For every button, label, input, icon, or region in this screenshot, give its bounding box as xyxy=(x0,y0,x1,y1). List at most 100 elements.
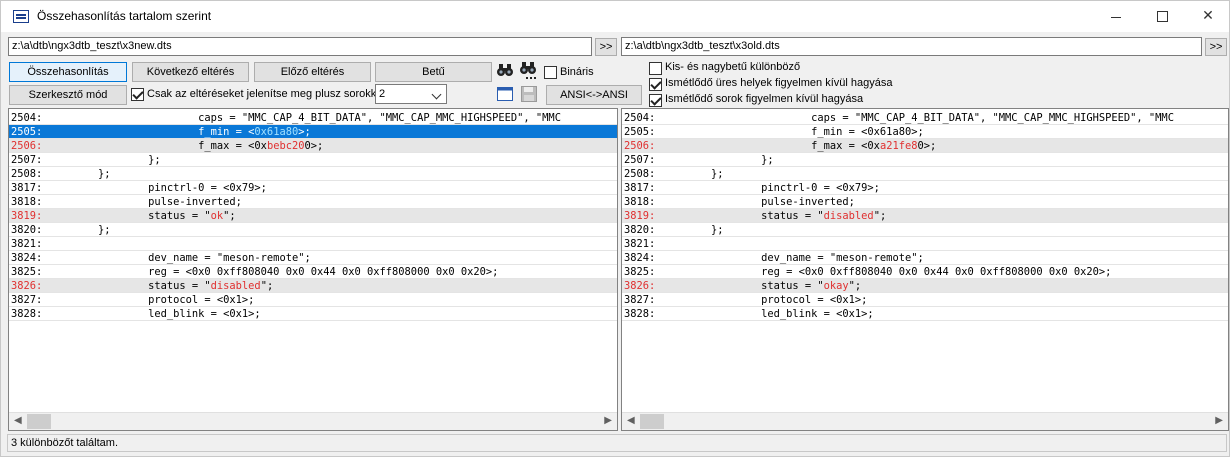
code-line[interactable]: 3817: pinctrl-0 = <0x79>; xyxy=(9,181,617,195)
code-line[interactable]: 2505: f_min = <0x61a80>; xyxy=(622,125,1228,139)
only-differences-checkbox[interactable] xyxy=(131,88,144,101)
line-number: 3820: xyxy=(11,224,43,236)
ignore-spaces-label: Ismétlődő üres helyek figyelmen kívül ha… xyxy=(665,77,893,89)
code-line[interactable]: 2505: f_min = <0x61a80>; xyxy=(9,125,617,139)
previous-difference-button[interactable]: Előző eltérés xyxy=(254,62,371,82)
line-text: dev_name = "meson-remote"; xyxy=(686,252,924,264)
line-text: f_min = <0x61a80>; xyxy=(686,126,924,138)
code-line[interactable]: 3820: }; xyxy=(622,223,1228,237)
line-number: 2506: xyxy=(11,140,43,152)
code-line[interactable]: 3821: xyxy=(9,237,617,251)
find-icon[interactable] xyxy=(495,61,517,81)
line-text: }; xyxy=(686,224,724,236)
line-text: "; xyxy=(223,210,236,222)
window-icon[interactable] xyxy=(496,85,518,105)
save-icon[interactable] xyxy=(520,85,542,105)
left-text-pane[interactable]: 2504: caps = "MMC_CAP_4_BIT_DATA", "MMC_… xyxy=(8,108,618,431)
code-line[interactable]: 2504: caps = "MMC_CAP_4_BIT_DATA", "MMC_… xyxy=(9,111,617,125)
code-line[interactable]: 3817: pinctrl-0 = <0x79>; xyxy=(622,181,1228,195)
minimize-button[interactable] xyxy=(1093,1,1139,32)
line-text: reg = <0x0 0xff808040 0x0 0x44 0x0 0xff8… xyxy=(73,266,499,278)
line-number: 2505: xyxy=(624,126,656,138)
code-line[interactable]: 2508: }; xyxy=(622,167,1228,181)
line-number: 2504: xyxy=(11,112,43,124)
code-line[interactable]: 3824: dev_name = "meson-remote"; xyxy=(622,251,1228,265)
editor-mode-button[interactable]: Szerkesztő mód xyxy=(9,85,127,105)
line-text: led_blink = <0x1>; xyxy=(686,308,874,320)
code-line[interactable]: 3818: pulse-inverted; xyxy=(622,195,1228,209)
changed-text: ok xyxy=(210,210,224,222)
left-browse-button[interactable]: >> xyxy=(595,38,617,56)
binary-label: Bináris xyxy=(560,66,594,78)
code-line[interactable]: 3819: status = "disabled"; xyxy=(622,209,1228,223)
code-line[interactable]: 3819: status = "ok"; xyxy=(9,209,617,223)
code-line[interactable]: 3826: status = "okay"; xyxy=(622,279,1228,293)
left-horizontal-scrollbar[interactable]: ◀ ▶ xyxy=(9,412,617,430)
title-bar: Összehasonlítás tartalom szerint ✕ xyxy=(1,1,1229,32)
line-text: "; xyxy=(848,280,862,292)
ignore-spaces-checkbox[interactable] xyxy=(649,78,662,91)
line-text: pinctrl-0 = <0x79>; xyxy=(686,182,880,194)
code-line[interactable]: 3827: protocol = <0x1>; xyxy=(622,293,1228,307)
close-button[interactable]: ✕ xyxy=(1185,1,1230,32)
scrollbar-thumb[interactable] xyxy=(27,414,51,429)
scroll-left-icon[interactable]: ◀ xyxy=(14,415,22,426)
right-browse-button[interactable]: >> xyxy=(1205,38,1227,56)
code-line[interactable]: 3820: }; xyxy=(9,223,617,237)
code-line[interactable]: 3818: pulse-inverted; xyxy=(9,195,617,209)
left-lines-list: 2504: caps = "MMC_CAP_4_BIT_DATA", "MMC_… xyxy=(9,111,617,321)
right-file-path-input[interactable]: z:\a\dtb\ngx3dtb_teszt\x3old.dts xyxy=(621,37,1202,56)
code-line[interactable]: 3824: dev_name = "meson-remote"; xyxy=(9,251,617,265)
next-difference-button[interactable]: Következő eltérés xyxy=(132,62,249,82)
code-line[interactable]: 2506: f_max = <0xbebc200>; xyxy=(9,139,617,153)
code-line[interactable]: 3821: xyxy=(622,237,1228,251)
line-text: f_max = <0x xyxy=(73,140,267,152)
code-line[interactable]: 3828: led_blink = <0x1>; xyxy=(622,307,1228,321)
find-next-icon[interactable] xyxy=(518,61,540,81)
line-number: 3820: xyxy=(624,224,656,236)
font-button[interactable]: Betű xyxy=(375,62,492,82)
code-line[interactable]: 2506: f_max = <0xa21fe80>; xyxy=(622,139,1228,153)
ignore-lines-label: Ismétlődő sorok figyelmen kívül hagyása xyxy=(665,93,864,105)
changed-text: disabled xyxy=(823,210,874,222)
ansi-conversion-button[interactable]: ANSI<->ANSI xyxy=(546,85,642,105)
right-text-pane[interactable]: 2504: caps = "MMC_CAP_4_BIT_DATA", "MMC_… xyxy=(621,108,1229,431)
line-number: 3818: xyxy=(624,196,656,208)
line-number: 3824: xyxy=(11,252,43,264)
case-sensitive-checkbox[interactable] xyxy=(649,62,662,75)
code-line[interactable]: 2507: }; xyxy=(9,153,617,167)
code-line[interactable]: 3825: reg = <0x0 0xff808040 0x0 0x44 0x0… xyxy=(9,265,617,279)
code-line[interactable]: 3825: reg = <0x0 0xff808040 0x0 0x44 0x0… xyxy=(622,265,1228,279)
scroll-right-icon[interactable]: ▶ xyxy=(604,415,612,426)
scrollbar-thumb[interactable] xyxy=(640,414,664,429)
extra-lines-select[interactable]: 2 xyxy=(375,84,447,104)
code-line[interactable]: 3827: protocol = <0x1>; xyxy=(9,293,617,307)
binary-checkbox[interactable] xyxy=(544,66,557,79)
line-text: 0>; xyxy=(917,140,937,152)
code-line[interactable]: 2508: }; xyxy=(9,167,617,181)
line-text: pulse-inverted; xyxy=(73,196,242,208)
right-horizontal-scrollbar[interactable]: ◀ ▶ xyxy=(622,412,1228,430)
line-text: status = " xyxy=(686,210,824,222)
line-number: 2505: xyxy=(11,126,43,138)
code-line[interactable]: 2507: }; xyxy=(622,153,1228,167)
line-number: 3828: xyxy=(624,308,656,320)
changed-text: okay xyxy=(823,280,849,292)
code-line[interactable]: 3828: led_blink = <0x1>; xyxy=(9,307,617,321)
changed-text: disabled xyxy=(210,280,261,292)
code-line[interactable]: 3826: status = "disabled"; xyxy=(9,279,617,293)
left-file-path-input[interactable]: z:\a\dtb\ngx3dtb_teszt\x3new.dts xyxy=(8,37,592,56)
line-number: 3825: xyxy=(11,266,43,278)
line-number: 3817: xyxy=(11,182,43,194)
line-number: 3827: xyxy=(624,294,656,306)
maximize-button[interactable] xyxy=(1139,1,1185,32)
line-text: "; xyxy=(873,210,887,222)
line-text: }; xyxy=(73,168,111,180)
extra-lines-value: 2 xyxy=(379,88,386,100)
code-line[interactable]: 2504: caps = "MMC_CAP_4_BIT_DATA", "MMC_… xyxy=(622,111,1228,125)
scroll-right-icon[interactable]: ▶ xyxy=(1215,415,1223,426)
compare-button[interactable]: Összehasonlítás xyxy=(9,62,127,82)
case-sensitive-label: Kis- és nagybetű különböző xyxy=(665,61,801,73)
ignore-lines-checkbox[interactable] xyxy=(649,94,662,107)
scroll-left-icon[interactable]: ◀ xyxy=(627,415,635,426)
